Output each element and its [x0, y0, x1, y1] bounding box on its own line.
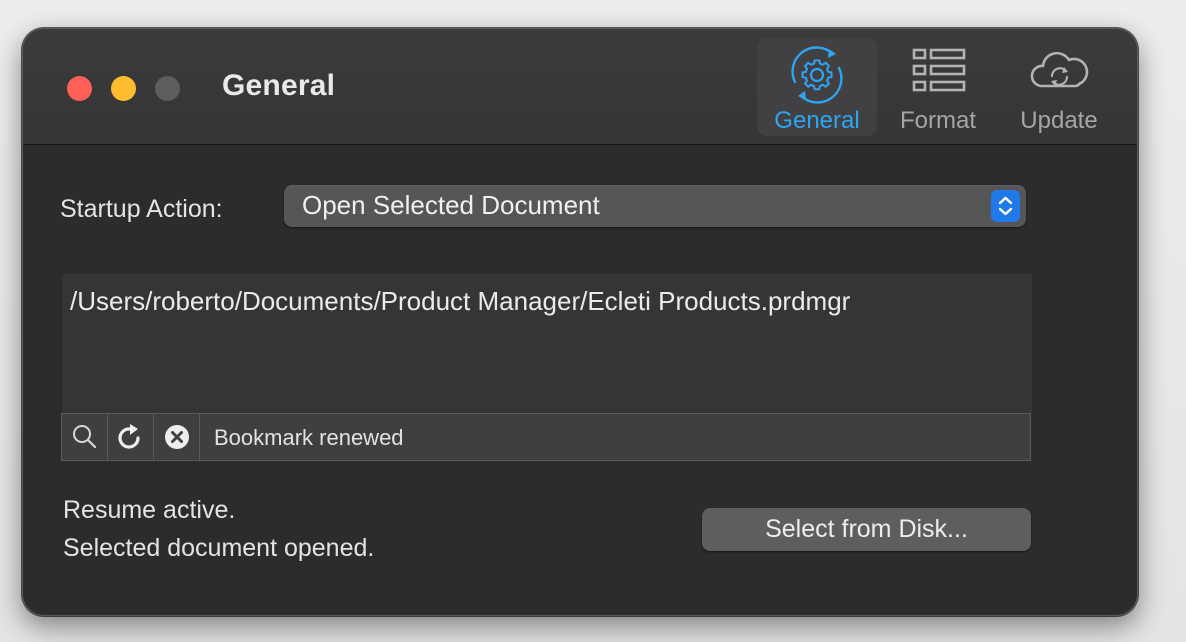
clear-bookmark-button[interactable]	[154, 414, 200, 460]
zoom-window-button[interactable]	[155, 76, 180, 101]
refresh-icon	[118, 424, 140, 449]
preferences-window: General General Format Update Startup Ac…	[22, 28, 1138, 616]
startup-action-label: Startup Action:	[60, 195, 223, 223]
select-from-disk-button[interactable]: Select from Disk...	[702, 508, 1031, 551]
magnifier-icon	[73, 425, 97, 449]
toolbar-tab-general-label: General	[774, 107, 860, 134]
startup-action-popup[interactable]: Open Selected Document	[284, 185, 1026, 227]
title-bar: General General Format Update	[23, 29, 1137, 145]
refresh-bookmark-button[interactable]	[108, 414, 154, 460]
chevron-up-down-icon	[998, 196, 1013, 216]
startup-action-value: Open Selected Document	[302, 190, 600, 220]
popup-arrows	[991, 190, 1020, 222]
toolbar-tab-update[interactable]: Update	[999, 38, 1119, 136]
reveal-button[interactable]	[62, 414, 108, 460]
clear-circle-icon	[165, 425, 189, 449]
window-title: General	[222, 69, 336, 102]
bookmark-status-text: Bookmark renewed	[214, 425, 404, 450]
toolbar-tab-general[interactable]: General	[757, 38, 877, 136]
close-window-button[interactable]	[67, 76, 92, 101]
document-path-box: /Users/roberto/Documents/Product Manager…	[61, 273, 1033, 415]
resume-status-text: Resume active.	[63, 496, 236, 524]
minimize-window-button[interactable]	[111, 76, 136, 101]
list-icon	[912, 48, 966, 92]
cloud-sync-icon	[1030, 51, 1089, 88]
gear-sync-icon	[791, 46, 843, 104]
toolbar-tab-format-label: Format	[899, 107, 976, 134]
bookmark-status-bar: Bookmark renewed	[61, 413, 1031, 461]
document-status-text: Selected document opened.	[63, 534, 375, 562]
document-path: /Users/roberto/Documents/Product Manager…	[70, 286, 851, 316]
toolbar-tab-update-label: Update	[1020, 107, 1098, 134]
toolbar-tab-format[interactable]: Format	[878, 38, 998, 136]
